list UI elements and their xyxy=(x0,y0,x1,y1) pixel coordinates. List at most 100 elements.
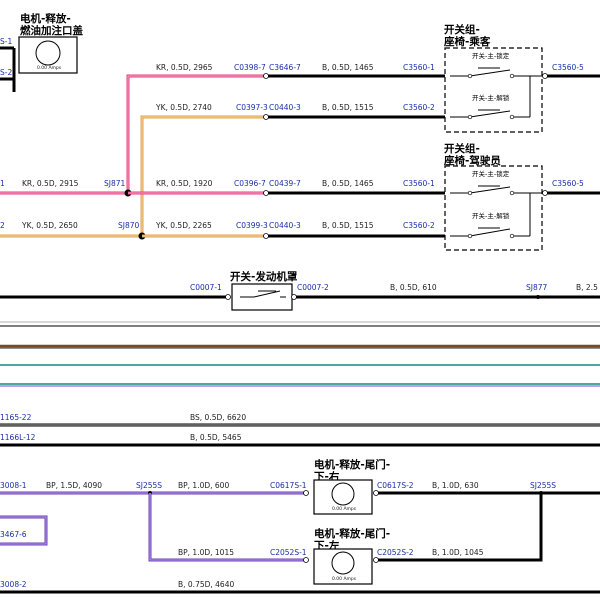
connector-pin xyxy=(373,490,379,496)
switch-terminal xyxy=(509,190,515,196)
lock-switch-label: 开关-主-锁定 xyxy=(472,51,510,60)
engine-hood-switch-title: 开关-发动机罩 xyxy=(230,270,298,283)
passenger-seat-switch-wiring: KR, 0.5D, 2965 C0398-7 C3646-7 B, 0.5D, … xyxy=(126,23,600,236)
wire-label: B, 0.5D, 610 xyxy=(390,283,437,292)
connector-label: C0399-3 xyxy=(236,221,268,230)
wire-label: KR, 0.5D, 1920 xyxy=(156,179,213,188)
switch-terminal xyxy=(509,233,515,239)
wire-orange-core xyxy=(141,116,264,236)
connector-pin xyxy=(303,490,309,496)
connector-label: C0007-2 xyxy=(297,283,329,292)
wire-pink xyxy=(126,74,264,193)
switch-terminal xyxy=(467,233,473,239)
wire-orange xyxy=(140,115,264,236)
switch-contact xyxy=(469,228,511,237)
connector-label: C3560-1 xyxy=(403,63,435,72)
tailgate-left-title: 电机-释放-尾门- xyxy=(314,527,390,540)
wire-label: B, 0.5D, 1515 xyxy=(322,221,374,230)
junction-label: SJ255S xyxy=(530,481,556,490)
connector-label: S-2 xyxy=(0,68,12,77)
bus-lines xyxy=(0,321,600,387)
connector-label: C3560-2 xyxy=(403,103,435,112)
connector-pin xyxy=(225,294,231,300)
switch-contact xyxy=(469,110,511,118)
motor-amps: 0.00 Amps xyxy=(332,576,357,582)
wire-label: KR, 0.5D, 2965 xyxy=(156,63,213,72)
connector-label: C0617S-1 xyxy=(270,481,307,490)
junction-label: SJ871 xyxy=(104,179,126,188)
engine-hood-switch-wiring: C0007-1 开关-发动机罩 C0007-2 B, 0.5D, 610 SJ8… xyxy=(0,270,600,311)
wiring-diagram: S-1 S-2 电机-释放- 燃油加注口盖 0.00 Amps KR, 0.5D… xyxy=(0,12,600,594)
motor-icon xyxy=(35,40,61,66)
junction-label: SJ870 xyxy=(118,221,140,230)
switch-terminal xyxy=(467,190,473,196)
motor-amps: 0.00 Amps xyxy=(332,506,357,512)
connector-pin xyxy=(542,190,548,196)
connector-label: C0617S-2 xyxy=(377,481,414,490)
connector-label: C0007-1 xyxy=(190,283,222,292)
wire-label: BP, 1.5D, 4090 xyxy=(46,481,102,490)
fuel-door-motor-group: S-1 S-2 电机-释放- 燃油加注口盖 0.00 Amps xyxy=(0,12,83,92)
wire-label: KR, 0.5D, 2915 xyxy=(22,179,79,188)
connector-pin xyxy=(263,73,269,79)
junction-label: SJ255S xyxy=(136,481,162,490)
wire-label: B, 0.5D, 1465 xyxy=(322,63,374,72)
connector-label: C3646-7 xyxy=(269,63,301,72)
connector-pin xyxy=(542,73,548,79)
connector-label: C3560-5 xyxy=(552,179,584,188)
connector-label: 3008-2 xyxy=(0,580,27,589)
connector-label: C3560-5 xyxy=(552,63,584,72)
wire-label: YK, 0.5D, 2650 xyxy=(21,221,78,230)
tailgate-right-title: 电机-释放-尾门- xyxy=(314,458,390,471)
wire-label: BS, 0.5D, 6620 xyxy=(190,413,246,422)
connector-label: C2052S-2 xyxy=(377,548,414,557)
connector-label: 2 xyxy=(0,221,5,230)
wire-label: B, 0.5D, 5465 xyxy=(190,433,242,442)
motor-amps: 0.00 Amps xyxy=(37,65,62,71)
switch-terminal xyxy=(509,114,515,120)
switch-terminal xyxy=(467,114,473,120)
wire-label: B, 1.0D, 1045 xyxy=(432,548,484,557)
wire-label: BP, 1.0D, 1015 xyxy=(178,548,234,557)
switch-contact xyxy=(469,186,511,194)
connector-pin xyxy=(263,114,269,120)
wire-label: BP, 1.0D, 600 xyxy=(178,481,229,490)
long-ground-wires: 1165-22 BS, 0.5D, 6620 1166L-12 B, 0.5D,… xyxy=(0,413,600,447)
connector-label: C0396-7 xyxy=(234,179,266,188)
connector-label: C3560-2 xyxy=(403,221,435,230)
fuel-door-motor-title: 燃油加注口盖 xyxy=(20,24,83,37)
lock-switch-label: 开关-主-锁定 xyxy=(472,169,510,178)
wire-label: B, 0.75D, 4640 xyxy=(178,580,234,589)
junction-label: SJ877 xyxy=(526,283,548,292)
switch-contact xyxy=(469,69,511,77)
wire-label: B, 0.5D, 1515 xyxy=(322,103,374,112)
passenger-switch-title: 座椅-乘客 xyxy=(443,35,491,48)
fuel-door-motor-title: 电机-释放- xyxy=(20,12,71,25)
connector-label: C0440-3 xyxy=(269,221,301,230)
connector-pin xyxy=(263,233,269,239)
connector-label: C0398-7 xyxy=(234,63,266,72)
junction-dot xyxy=(536,295,540,299)
motor-icon xyxy=(331,551,355,575)
driver-seat-switch-wiring: 1 KR, 0.5D, 2915 SJ871 KR, 0.5D, 1920 C0… xyxy=(0,142,600,251)
wire-pink-core xyxy=(127,75,264,193)
connector-pin xyxy=(263,190,269,196)
connector-label: 1165-22 xyxy=(0,413,32,422)
connector-label: 1 xyxy=(0,179,5,188)
wire-label: B, 0.5D, 1465 xyxy=(322,179,374,188)
driver-switch-box xyxy=(444,165,543,251)
driver-switch-title: 开关组- xyxy=(444,142,480,155)
tailgate-motors-wiring: 3008-1 BP, 1.5D, 4090 SJ255S BP, 1.0D, 6… xyxy=(0,458,600,594)
connector-label: S-1 xyxy=(0,37,12,46)
motor-icon xyxy=(331,482,355,506)
wire-label: YK, 0.5D, 2740 xyxy=(155,103,212,112)
connector-label: C0440-3 xyxy=(269,103,301,112)
connector-pin xyxy=(303,557,309,563)
unlock-switch-label: 开关-主-解锁 xyxy=(472,211,510,220)
switch-terminal xyxy=(509,73,515,79)
wire-label: YK, 0.5D, 2265 xyxy=(155,221,212,230)
connector-pin xyxy=(291,294,297,300)
switch-terminal xyxy=(467,73,473,79)
connector-label: C0439-7 xyxy=(269,179,301,188)
passenger-switch-box xyxy=(444,47,543,133)
